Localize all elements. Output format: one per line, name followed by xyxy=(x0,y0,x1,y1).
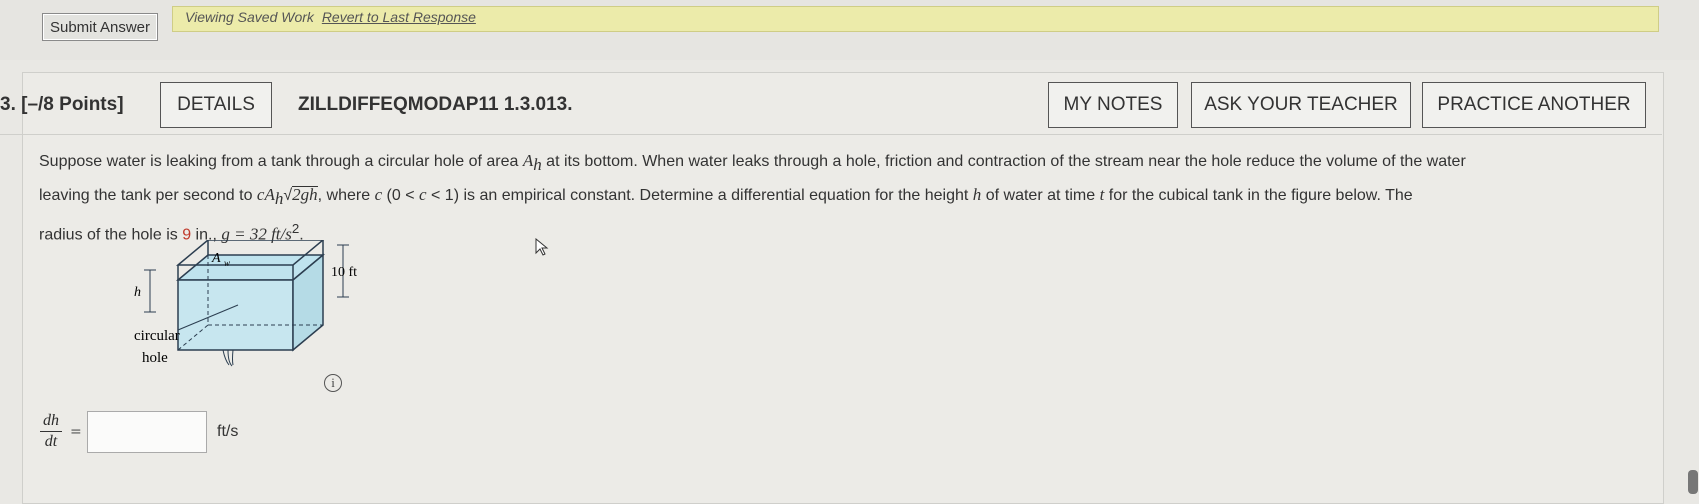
dh-dt-fraction: dh dt xyxy=(40,412,62,451)
question-line-2: leaving the tank per second to cAh√2gh, … xyxy=(39,185,1413,209)
hole-label: hole xyxy=(142,350,168,366)
equals-sign: = xyxy=(70,424,82,440)
aw-label: A xyxy=(211,251,221,266)
question-code: ZILLDIFFEQMODAP11 1.3.013. xyxy=(298,94,573,115)
scrollbar-thumb[interactable] xyxy=(1688,470,1698,494)
saved-work-banner: Viewing Saved Work Revert to Last Respon… xyxy=(172,6,1659,32)
units-label: ft/s xyxy=(217,423,239,440)
question-number: 3. [–/8 Points] xyxy=(0,94,124,115)
h-label: h xyxy=(134,285,141,300)
my-notes-button[interactable]: MY NOTES xyxy=(1048,82,1178,128)
details-button[interactable]: DETAILS xyxy=(160,82,272,128)
answer-input[interactable] xyxy=(87,411,207,453)
info-icon[interactable]: i xyxy=(324,374,342,392)
revert-link[interactable]: Revert to Last Response xyxy=(322,9,476,25)
height-10ft-label: 10 ft xyxy=(331,265,357,280)
circular-label: circular xyxy=(134,328,180,344)
mouse-cursor-icon xyxy=(535,238,549,256)
ask-teacher-button[interactable]: ASK YOUR TEACHER xyxy=(1191,82,1411,128)
practice-another-button[interactable]: PRACTICE ANOTHER xyxy=(1422,82,1646,128)
submit-answer-button[interactable]: Submit Answer xyxy=(42,13,158,41)
aw-sub-label: w xyxy=(224,258,230,268)
question-text: Suppose water is leaking from a tank thr… xyxy=(39,146,1639,250)
question-line-1: Suppose water is leaking from a tank thr… xyxy=(39,151,1466,175)
saved-status-text: Viewing Saved Work xyxy=(185,9,314,25)
